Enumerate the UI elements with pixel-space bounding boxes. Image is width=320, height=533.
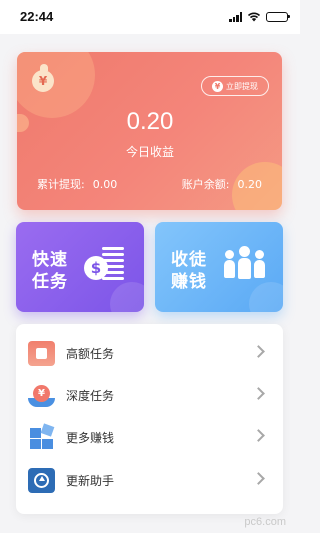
status-icons: [229, 11, 290, 22]
yen-coin-icon: ¥: [32, 70, 54, 92]
quick-task-label-line2: 任务: [32, 272, 68, 292]
chevron-right-icon: [252, 429, 265, 442]
total-withdrawn-value: 0.00: [92, 178, 118, 191]
menu-item-update-assistant[interactable]: 更新助手: [16, 460, 283, 500]
dollar-list-icon: $: [84, 247, 128, 287]
withdraw-now-label: 立即提现: [226, 81, 258, 91]
menu-item-more-earnings[interactable]: 更多赚钱: [16, 417, 283, 457]
account-balance-label: 账户余额:: [181, 178, 230, 191]
menu-item-label: 深度任务: [66, 389, 115, 403]
grid-blocks-icon: [28, 423, 55, 450]
task-menu: 高额任务 ¥ 深度任务 更多赚钱 更新助手: [16, 324, 283, 514]
menu-item-deep-tasks[interactable]: ¥ 深度任务: [16, 375, 283, 415]
calendar-icon: [28, 341, 55, 366]
status-bar: 22:44: [0, 0, 300, 34]
update-icon: [28, 468, 55, 493]
quick-task-tile[interactable]: 快速 任务 $: [16, 222, 144, 312]
menu-item-label: 高额任务: [66, 347, 115, 361]
chevron-right-icon: [252, 387, 265, 400]
recruit-label-line2: 赚钱: [171, 272, 207, 292]
menu-item-high-value-tasks[interactable]: 高额任务: [16, 333, 283, 373]
today-earnings-amount: 0.20: [126, 108, 174, 135]
watermark: pc6.com: [244, 516, 286, 528]
total-withdrawn: 累计提现: 0.00: [37, 176, 117, 192]
total-withdrawn-label: 累计提现:: [37, 178, 85, 191]
chevron-right-icon: [252, 345, 265, 358]
menu-item-label: 更多赚钱: [66, 431, 115, 445]
signal-icon: [229, 11, 242, 22]
account-balance-value: 0.20: [237, 178, 263, 191]
hand-coin-icon: ¥: [28, 383, 55, 408]
account-balance: 账户余额: 0.20: [182, 176, 262, 192]
today-earnings-label: 今日收益: [125, 145, 174, 159]
wifi-icon: [247, 12, 261, 22]
recruit-earn-tile[interactable]: 收徒 赚钱: [155, 222, 283, 312]
menu-item-label: 更新助手: [66, 474, 115, 488]
yen-icon: ¥: [212, 80, 223, 92]
status-time: 22:44: [20, 9, 54, 24]
people-group-icon: [224, 246, 267, 288]
battery-icon: [266, 11, 290, 22]
withdraw-now-button[interactable]: ¥ 立即提现: [201, 76, 269, 96]
chevron-right-icon: [252, 472, 265, 485]
